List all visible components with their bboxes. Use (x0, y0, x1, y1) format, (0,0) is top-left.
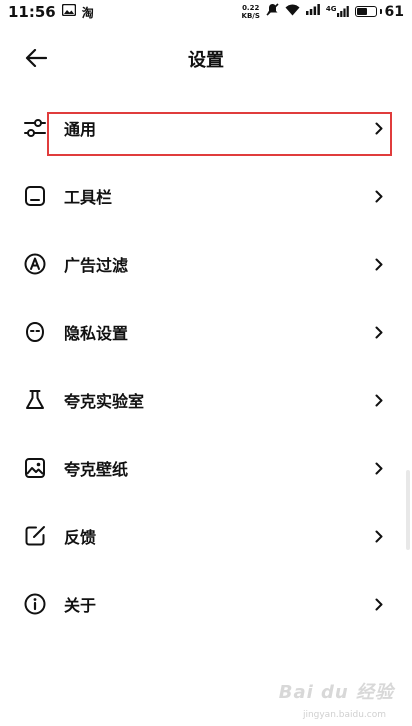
settings-item-label: 夸克壁纸 (64, 460, 129, 479)
battery-icon (354, 6, 377, 17)
taobao-icon: 淘 (81, 5, 94, 20)
feedback-edit-icon (23, 524, 47, 548)
chevron-right-icon (374, 325, 384, 339)
toolbar-icon (23, 184, 47, 208)
settings-item-feedback[interactable]: 反馈 (0, 502, 412, 570)
page-title: 设置 (188, 50, 224, 71)
chevron-right-icon (374, 461, 384, 475)
status-bar: 11:56 淘 0.22 KB/S 4G 61 (0, 0, 412, 26)
network-speed-value: 0.22 (242, 3, 260, 12)
chevron-right-icon (374, 597, 384, 611)
settings-screen: 11:56 淘 0.22 KB/S 4G 61 设置 通用 工具栏 广告过滤 隐… (0, 0, 412, 726)
settings-item-general[interactable]: 通用 (0, 94, 412, 162)
chevron-right-icon (374, 529, 384, 543)
privacy-mask-icon (23, 320, 47, 344)
settings-list: 通用 工具栏 广告过滤 隐私设置 夸克实验室 夸克壁纸 反馈 关于 (0, 94, 412, 638)
watermark-text: Bai du 经验 (278, 682, 394, 703)
settings-item-label: 广告过滤 (64, 256, 129, 275)
battery-indicator: 61 (354, 3, 404, 20)
settings-item-label: 通用 (64, 120, 97, 139)
status-time: 11:56 (8, 3, 56, 21)
mute-icon (266, 3, 279, 20)
watermark-url: jingyan.baidu.com (302, 710, 386, 720)
network-speed-unit: KB/S (241, 11, 260, 20)
network-speed: 0.22 KB/S (242, 4, 260, 20)
ad-filter-icon (23, 252, 47, 276)
chevron-right-icon (374, 393, 384, 407)
signal-icon (305, 4, 320, 19)
settings-item-label: 工具栏 (64, 188, 113, 207)
settings-item-label: 夸克实验室 (64, 392, 145, 411)
settings-item-privacy[interactable]: 隐私设置 (0, 298, 412, 366)
scroll-indicator[interactable] (406, 470, 410, 550)
chevron-right-icon (374, 121, 384, 135)
image-icon (61, 3, 76, 20)
settings-item-toolbar[interactable]: 工具栏 (0, 162, 412, 230)
settings-item-lab[interactable]: 夸克实验室 (0, 366, 412, 434)
signal-4g-label: 4G (325, 5, 337, 13)
battery-percent: 61 (384, 3, 404, 20)
wallpaper-icon (23, 456, 47, 480)
settings-item-label: 关于 (64, 596, 97, 615)
settings-item-label: 反馈 (64, 528, 97, 547)
status-right: 0.22 KB/S 4G 61 (242, 3, 404, 20)
flask-icon (23, 388, 47, 412)
signal-4g-icon: 4G (326, 6, 349, 17)
battery-cap (379, 9, 382, 14)
status-left: 11:56 淘 (8, 3, 94, 21)
header-bar: 设置 (0, 32, 412, 84)
settings-item-ad-filter[interactable]: 广告过滤 (0, 230, 412, 298)
battery-fill (356, 8, 367, 15)
chevron-right-icon (374, 189, 384, 203)
settings-item-wallpaper[interactable]: 夸克壁纸 (0, 434, 412, 502)
wifi-icon (285, 4, 300, 20)
sliders-icon (23, 116, 47, 140)
settings-item-label: 隐私设置 (64, 324, 129, 343)
info-icon (23, 592, 47, 616)
chevron-right-icon (374, 257, 384, 271)
settings-item-about[interactable]: 关于 (0, 570, 412, 638)
